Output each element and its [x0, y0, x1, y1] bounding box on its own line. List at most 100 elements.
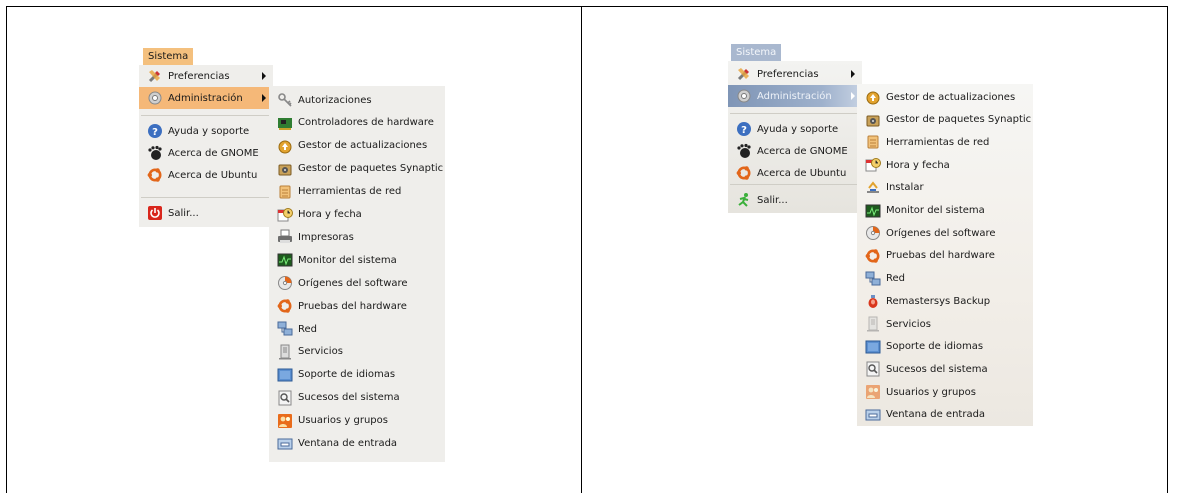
menu-item-label: Monitor del sistema [886, 205, 985, 216]
submenu-item-ventana-de-entrada[interactable]: Ventana de entrada [269, 433, 445, 455]
menu-item-label: Instalar [886, 182, 924, 194]
menu-item-label: Remastersys Backup [886, 295, 991, 307]
submenu-item-monitor-del-sistema[interactable]: Monitor del sistema [857, 200, 1033, 222]
submenu-item-origenes-del-software[interactable]: Orígenes del software [857, 222, 1033, 244]
preferences-icon [736, 66, 752, 82]
menu-item-acerca-de-ubuntu[interactable]: Acerca de Ubuntu [139, 164, 273, 186]
submenu-item-monitor-del-sistema[interactable]: Monitor del sistema [269, 249, 445, 271]
ubuntu-icon [736, 165, 752, 181]
administracion-submenu-left: Autorizaciones Controladores de hardware G… [269, 86, 445, 462]
menu-item-label: Gestor de actualizaciones [298, 140, 428, 152]
submenu-item-sucesos-del-sistema[interactable]: Sucesos del sistema [857, 358, 1033, 380]
printer-icon [277, 229, 293, 245]
menu-item-label: Ayuda y soporte [168, 125, 250, 137]
administration-icon [736, 88, 752, 104]
menu-item-label: Servicios [886, 318, 931, 330]
sistema-menu-button-right[interactable]: Sistema [731, 44, 782, 62]
submenu-item-servicios[interactable]: Servicios [269, 341, 445, 363]
menu-item-acerca-de-gnome[interactable]: Acerca de GNOME [728, 140, 862, 162]
svg-text:?: ? [152, 127, 158, 138]
submenu-arrow-icon [262, 94, 266, 102]
submenu-item-gestor-de-paquetes-synaptic[interactable]: Gestor de paquetes Synaptic [857, 109, 1033, 131]
submenu-item-gestor-de-paquetes-synaptic[interactable]: Gestor de paquetes Synaptic [269, 158, 445, 180]
hardware-drivers-icon [277, 115, 293, 131]
submenu-item-origenes-del-software[interactable]: Orígenes del software [269, 272, 445, 294]
sistema-menu-button-left[interactable]: Sistema [143, 48, 194, 66]
network-tools-icon [865, 134, 881, 150]
menu-item-label: Red [886, 273, 905, 285]
system-monitor-icon [865, 203, 881, 219]
menu-item-administracion[interactable]: Administración [728, 85, 862, 107]
menu-item-acerca-de-gnome[interactable]: Acerca de GNOME [139, 142, 273, 164]
submenu-item-controladores-de-hardware[interactable]: Controladores de hardware [269, 112, 445, 134]
network-icon [865, 271, 881, 287]
language-support-icon [277, 367, 293, 383]
help-icon: ? [147, 123, 163, 139]
menu-item-label: Gestor de paquetes Synaptic [298, 163, 444, 175]
install-icon [865, 180, 881, 196]
menu-item-label: Administración [168, 92, 243, 104]
submenu-item-hora-y-fecha[interactable]: Hora y fecha [269, 204, 445, 226]
menu-item-salir[interactable]: Salir... [728, 189, 862, 211]
submenu-item-usuarios-y-grupos[interactable]: Usuarios y grupos [269, 410, 445, 432]
menu-item-label: Sucesos del sistema [886, 363, 988, 375]
power-icon [147, 205, 163, 221]
submenu-item-pruebas-del-hardware[interactable]: Pruebas del hardware [269, 295, 445, 317]
submenu-item-herramientas-de-red[interactable]: Herramientas de red [857, 131, 1033, 153]
software-sources-icon [865, 225, 881, 241]
submenu-item-usuarios-y-grupos[interactable]: Usuarios y grupos [857, 381, 1033, 403]
submenu-item-herramientas-de-red[interactable]: Herramientas de red [269, 181, 445, 203]
system-log-icon [865, 361, 881, 377]
menu-item-ayuda-y-soporte[interactable]: ? Ayuda y soporte [139, 120, 273, 142]
menu-item-label: Herramientas de red [886, 136, 990, 148]
menu-separator [141, 115, 271, 116]
submenu-item-red[interactable]: Red [857, 268, 1033, 290]
submenu-item-ventana-de-entrada[interactable]: Ventana de entrada [857, 404, 1033, 426]
menu-item-label: Ayuda y soporte [757, 123, 839, 135]
keys-icon [277, 92, 293, 108]
menu-item-administracion[interactable]: Administración [139, 87, 273, 109]
menu-item-ayuda-y-soporte[interactable]: ? Ayuda y soporte [728, 118, 862, 140]
submenu-item-red[interactable]: Red [269, 318, 445, 340]
menu-item-label: Soporte de idiomas [298, 369, 396, 381]
submenu-item-impresoras[interactable]: Impresoras [269, 226, 445, 248]
menu-separator [730, 113, 860, 114]
menu-item-preferencias[interactable]: Preferencias [139, 65, 273, 87]
submenu-item-hora-y-fecha[interactable]: Hora y fecha [857, 154, 1033, 176]
submenu-item-remastersys-backup[interactable]: Remastersys Backup [857, 290, 1033, 312]
submenu-arrow-icon [262, 72, 266, 80]
system-monitor-icon [277, 252, 293, 268]
menu-item-label: Ventana de entrada [298, 438, 398, 449]
gnome-foot-icon [147, 145, 163, 161]
submenu-item-sucesos-del-sistema[interactable]: Sucesos del sistema [269, 387, 445, 409]
network-icon [277, 321, 293, 337]
submenu-item-pruebas-del-hardware[interactable]: Pruebas del hardware [857, 245, 1033, 267]
menu-item-label: Pruebas del hardware [886, 250, 995, 262]
sistema-menu-right: Preferencias Administración ? Ayuda y sopor… [728, 61, 862, 213]
menu-item-label: Servicios [298, 346, 343, 358]
menu-separator [730, 184, 860, 185]
menu-item-label: Red [298, 323, 317, 335]
submenu-item-instalar[interactable]: Instalar [857, 177, 1033, 199]
submenu-item-soporte-de-idiomas[interactable]: Soporte de idiomas [269, 364, 445, 386]
software-sources-icon [277, 275, 293, 291]
services-icon [277, 344, 293, 360]
users-groups-icon [865, 384, 881, 400]
menu-item-label: Pruebas del hardware [298, 300, 407, 312]
login-window-icon [865, 407, 881, 423]
menu-item-preferencias[interactable]: Preferencias [728, 63, 862, 85]
submenu-arrow-icon [851, 92, 855, 100]
synaptic-icon [277, 161, 293, 177]
submenu-item-gestor-de-actualizaciones[interactable]: Gestor de actualizaciones [857, 86, 1033, 108]
submenu-item-gestor-de-actualizaciones[interactable]: Gestor de actualizaciones [269, 135, 445, 157]
users-groups-icon [277, 413, 293, 429]
menu-item-acerca-de-ubuntu[interactable]: Acerca de Ubuntu [728, 162, 862, 184]
submenu-item-soporte-de-idiomas[interactable]: Soporte de idiomas [857, 336, 1033, 358]
submenu-item-autorizaciones[interactable]: Autorizaciones [269, 89, 445, 111]
administracion-submenu-right: Gestor de actualizaciones Gestor de paque… [857, 84, 1033, 426]
menu-item-label: Acerca de GNOME [168, 147, 259, 159]
menu-item-salir[interactable]: Salir... [139, 202, 273, 224]
hardware-test-icon [865, 248, 881, 264]
system-log-icon [277, 390, 293, 406]
submenu-item-servicios[interactable]: Servicios [857, 313, 1033, 335]
